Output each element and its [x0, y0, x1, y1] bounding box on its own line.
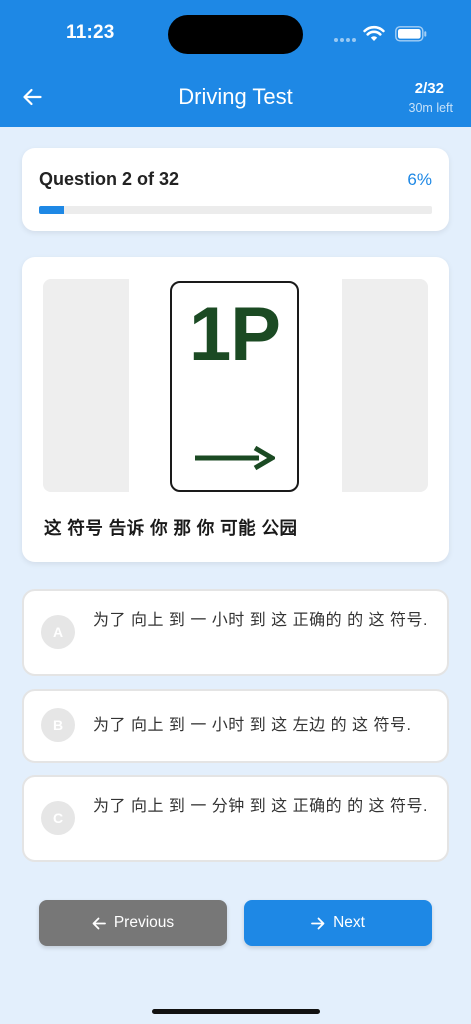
progress-percent: 6%: [407, 170, 432, 189]
wifi-icon: [363, 25, 385, 41]
option-text: 为了 向上 到 一 分钟 到 这 正确的 的 这 符号.: [93, 798, 428, 815]
arrow-left-icon: [92, 917, 106, 929]
question-progress: 2/32: [414, 80, 444, 97]
arrow-right-icon: [311, 917, 325, 929]
image-background-right: [342, 279, 428, 492]
progress-bar: [39, 206, 432, 214]
previous-button[interactable]: Previous: [39, 900, 227, 946]
page-title: Driving Test: [178, 84, 293, 109]
option-text: 为了 向上 到 一 小时 到 这 正确的 的 这 符号.: [93, 612, 428, 629]
road-sign-image: 1P: [170, 281, 299, 492]
image-background-left: [43, 279, 129, 492]
signal-icon: [334, 38, 358, 42]
sign-text: 1P: [189, 292, 281, 377]
status-time: 11:23: [66, 22, 115, 43]
option-letter-badge: B: [41, 708, 75, 742]
next-button-label: Next: [333, 914, 365, 931]
back-button[interactable]: [18, 84, 46, 110]
question-progress-card: Question 2 of 32 6%: [22, 148, 449, 231]
previous-button-label: Previous: [113, 914, 175, 931]
arrow-left-icon: [23, 88, 42, 106]
home-indicator: [152, 1009, 320, 1014]
answer-option-b[interactable]: B 为了 向上 到 一 小时 到 这 左边 的 这 符号.: [22, 689, 449, 763]
app-header: 11:23 Driving Test 2/32 30m left: [0, 0, 471, 127]
answer-option-a[interactable]: A 为了 向上 到 一 小时 到 这 正确的 的 这 符号.: [22, 589, 449, 676]
time-remaining: 30m left: [408, 101, 453, 115]
battery-icon: [395, 26, 427, 42]
progress-bar-fill: [39, 206, 64, 214]
answer-option-c[interactable]: C 为了 向上 到 一 分钟 到 这 正确的 的 这 符号.: [22, 775, 449, 862]
question-card: 1P 这 符号 告诉 你 那 你 可能 公园: [22, 257, 449, 562]
option-text: 为了 向上 到 一 小时 到 这 左边 的 这 符号.: [93, 717, 412, 734]
dynamic-island: [168, 15, 303, 54]
next-button[interactable]: Next: [244, 900, 432, 946]
question-text: 这 符号 告诉 你 那 你 可能 公园: [44, 518, 298, 538]
option-letter-badge: C: [41, 801, 75, 835]
arrow-right-icon: [195, 445, 275, 471]
option-letter-badge: A: [41, 615, 75, 649]
question-counter: Question 2 of 32: [39, 169, 180, 189]
